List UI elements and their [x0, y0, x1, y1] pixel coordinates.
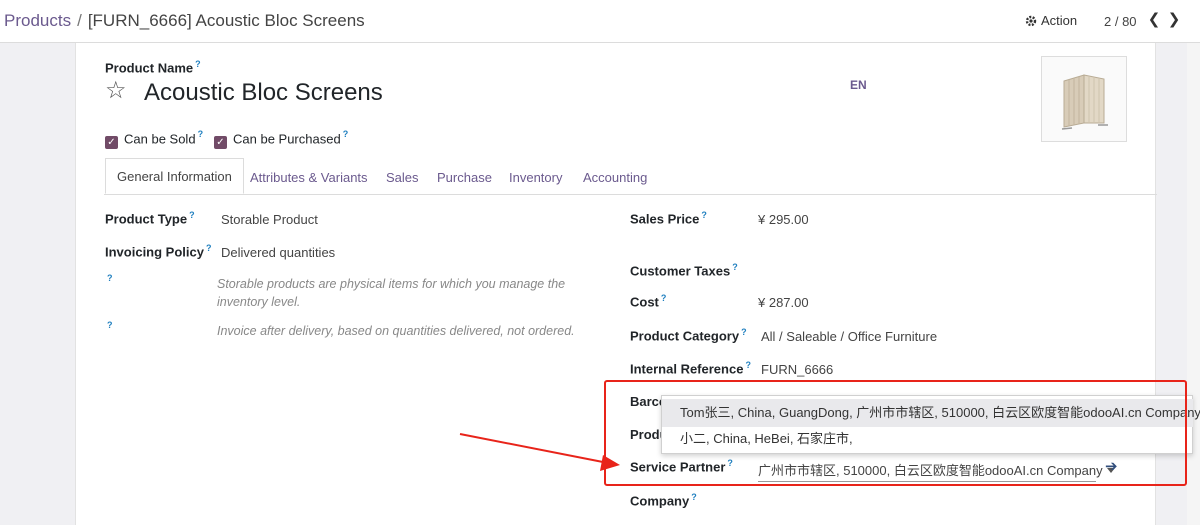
annotation-arrow-icon [459, 433, 620, 471]
